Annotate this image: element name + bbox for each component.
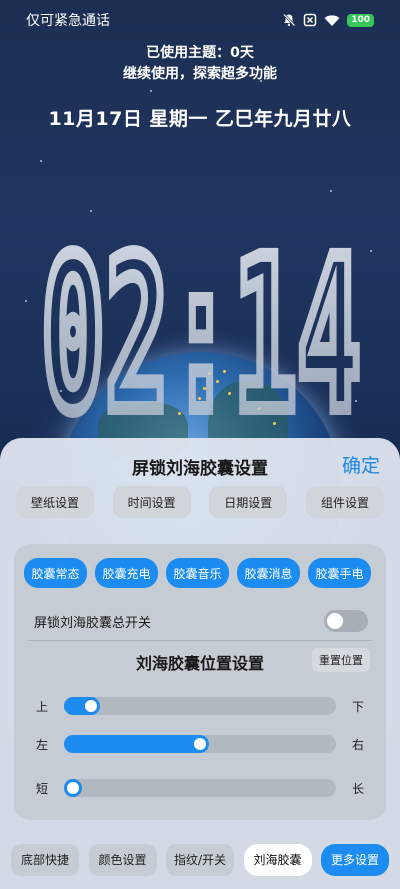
tab-widget-settings[interactable]: 组件设置 (305, 486, 384, 518)
length-slider-row: 短 长 (36, 776, 364, 800)
bottom-tab-capsule[interactable]: 刘海胶囊 (243, 843, 312, 876)
capsule-tab-row: 胶囊常态 胶囊充电 胶囊音乐 胶囊消息 胶囊手电 (24, 558, 371, 588)
more-settings-button[interactable]: 更多设置 (321, 843, 389, 876)
bottom-tab-colors[interactable]: 颜色设置 (88, 843, 157, 876)
bottom-tab-fingerprint[interactable]: 指纹/开关 (166, 843, 234, 876)
confirm-button[interactable]: 确定 (342, 451, 380, 478)
capsule-tab-music[interactable]: 胶囊音乐 (166, 558, 229, 588)
clock-digits: 02:14 (36, 206, 366, 438)
master-switch-row: 屏锁刘海胶囊总开关 (34, 606, 368, 636)
bottom-tab-bar: 底部快捷 颜色设置 指纹/开关 刘海胶囊 更多设置 (0, 830, 400, 889)
capsule-tab-normal[interactable]: 胶囊常态 (24, 558, 87, 588)
wifi-icon (324, 14, 340, 26)
battery-indicator: 100 (347, 13, 374, 27)
clock-time-text: 02:14 (41, 213, 361, 438)
slider-label-short: 短 (36, 781, 49, 796)
divider (28, 640, 372, 641)
capsule-tab-message[interactable]: 胶囊消息 (237, 558, 300, 588)
theme-notice: 已使用主题：0天 继续使用，探索超多功能 (0, 43, 400, 85)
status-bar: 仅可紧急通话 100 (0, 0, 400, 40)
capsule-settings-sheet: 屏锁刘海胶囊设置 确定 壁纸设置 时间设置 日期设置 组件设置 胶囊常态 胶囊充… (0, 438, 400, 889)
vertical-position-slider[interactable] (64, 697, 336, 715)
capsule-tab-flashlight[interactable]: 胶囊手电 (308, 558, 371, 588)
bell-muted-icon (283, 13, 296, 27)
vertical-slider-row: 上 下 (36, 694, 364, 718)
length-slider[interactable] (64, 779, 336, 797)
sim-blocked-icon (303, 13, 317, 27)
sheet-title: 屏锁刘海胶囊设置 (132, 459, 268, 479)
horizontal-slider-row: 左 右 (36, 732, 364, 756)
slider-label-right: 右 (351, 737, 364, 752)
slider-label-long: 长 (351, 781, 364, 796)
master-switch-label: 屏锁刘海胶囊总开关 (34, 615, 152, 631)
tab-date-settings[interactable]: 日期设置 (209, 486, 288, 518)
tab-wallpaper-settings[interactable]: 壁纸设置 (16, 486, 94, 518)
slider-thumb[interactable] (194, 738, 206, 750)
slider-label-left: 左 (36, 737, 49, 752)
date-line: 11月17日 星期一 乙巳年九月廿八 (48, 108, 352, 130)
top-tab-row: 壁纸设置 时间设置 日期设置 组件设置 (16, 486, 384, 518)
status-icons: 100 (282, 13, 374, 27)
notice-line-1: 已使用主题：0天 (146, 45, 254, 61)
toggle-knob (327, 613, 343, 629)
master-switch-toggle[interactable] (324, 610, 368, 632)
slider-fill (64, 735, 209, 753)
slider-label-bottom: 下 (351, 699, 364, 714)
capsule-panel: 胶囊常态 胶囊充电 胶囊音乐 胶囊消息 胶囊手电 屏锁刘海胶囊总开关 刘海胶囊位… (14, 544, 386, 820)
capsule-tab-charging[interactable]: 胶囊充电 (95, 558, 158, 588)
bottom-tab-shortcuts[interactable]: 底部快捷 (11, 843, 79, 876)
notice-line-2: 继续使用，探索超多功能 (123, 66, 277, 82)
slider-label-top: 上 (36, 699, 49, 714)
horizontal-position-slider[interactable] (64, 735, 336, 753)
tab-time-settings[interactable]: 时间设置 (112, 486, 191, 518)
carrier-text: 仅可紧急通话 (26, 13, 110, 29)
reset-position-button[interactable]: 重置位置 (312, 648, 370, 672)
slider-thumb[interactable] (67, 782, 79, 794)
